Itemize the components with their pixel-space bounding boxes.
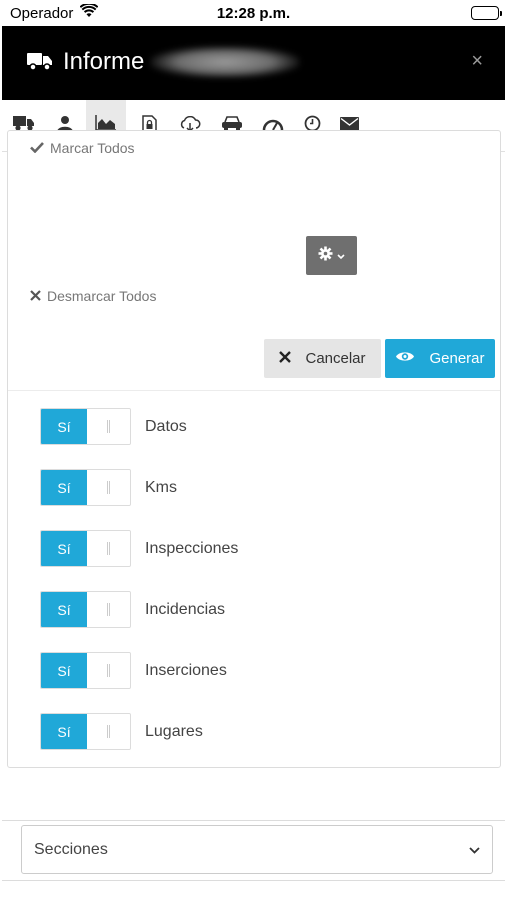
generate-label: Generar — [429, 350, 485, 367]
toggle-label: Inserciones — [145, 661, 227, 679]
deselect-all-label: Desmarcar Todos — [47, 288, 157, 304]
checkmark-icon — [30, 140, 50, 156]
toggle-switch[interactable]: Sí — [40, 652, 131, 689]
divider — [2, 820, 505, 821]
status-bar: Operador 12:28 p.m. — [0, 0, 507, 26]
modal-header: Informe × — [2, 26, 505, 100]
toggle-handle — [87, 409, 130, 444]
toggle-on-label: Sí — [41, 409, 87, 444]
toggle-row-datos: Sí Datos — [40, 408, 187, 445]
battery-icon — [471, 6, 502, 20]
x-icon — [30, 288, 47, 304]
truck-icon — [27, 51, 53, 76]
toggle-row-inserciones: Sí Inserciones — [40, 652, 227, 689]
toggle-switch[interactable]: Sí — [40, 713, 131, 750]
toggle-label: Inspecciones — [145, 539, 239, 557]
toggle-label: Incidencias — [145, 600, 226, 618]
divider — [2, 880, 505, 881]
toggle-switch[interactable]: Sí — [40, 408, 131, 445]
select-all-label: Marcar Todos — [50, 140, 135, 156]
sections-select-value: Secciones — [34, 840, 108, 858]
toggle-label: Lugares — [145, 722, 203, 740]
toggle-on-label: Sí — [41, 531, 87, 566]
select-all-link[interactable]: Marcar Todos — [30, 140, 135, 156]
settings-dropdown-button[interactable] — [306, 236, 357, 275]
toggle-row-lugares: Sí Lugares — [40, 713, 203, 750]
redacted-name-blur — [150, 46, 300, 78]
modal-title: Informe — [63, 48, 145, 75]
toggle-row-incidencias: Sí Incidencias — [40, 591, 225, 628]
toggle-switch[interactable]: Sí — [40, 469, 131, 506]
toggle-switch[interactable]: Sí — [40, 591, 131, 628]
toggle-on-label: Sí — [41, 470, 87, 505]
toggle-label: Kms — [145, 478, 177, 496]
eye-icon — [395, 350, 429, 367]
toggle-on-label: Sí — [41, 653, 87, 688]
close-button[interactable]: × — [471, 50, 483, 73]
cancel-button[interactable]: Cancelar — [264, 339, 381, 378]
close-icon — [279, 350, 305, 367]
toggle-handle — [87, 592, 130, 627]
toggle-handle — [87, 714, 130, 749]
toggle-row-inspecciones: Sí Inspecciones — [40, 530, 238, 567]
report-options-card: Marcar Todos Desmarcar Todos Cancelar Ge… — [7, 130, 501, 768]
generate-button[interactable]: Generar — [385, 339, 495, 378]
chevron-down-icon — [469, 841, 480, 859]
gear-icon — [318, 246, 333, 266]
toggle-row-kms: Sí Kms — [40, 469, 177, 506]
chevron-down-icon — [337, 247, 345, 265]
toggle-switch[interactable]: Sí — [40, 530, 131, 567]
sections-select[interactable]: Secciones — [21, 825, 493, 874]
toggle-handle — [87, 653, 130, 688]
toggle-on-label: Sí — [41, 714, 87, 749]
toggle-handle — [87, 470, 130, 505]
toggle-on-label: Sí — [41, 592, 87, 627]
deselect-all-link[interactable]: Desmarcar Todos — [30, 288, 156, 304]
divider — [8, 390, 500, 391]
toggle-handle — [87, 531, 130, 566]
cancel-label: Cancelar — [305, 350, 366, 367]
toggle-label: Datos — [145, 417, 187, 435]
clock-time: 12:28 p.m. — [216, 5, 291, 22]
